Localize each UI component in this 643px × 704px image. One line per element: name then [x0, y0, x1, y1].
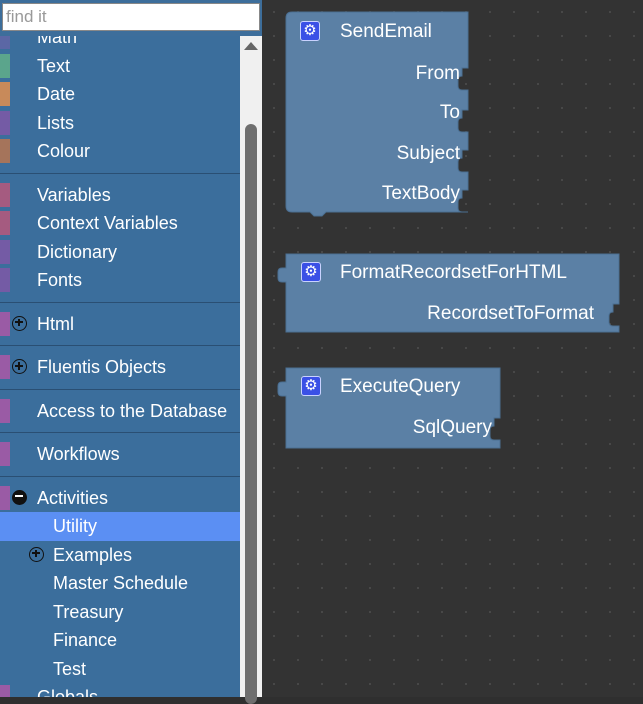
toolbox-separator — [0, 425, 240, 440]
toolbox-item-label: Access to the Database — [37, 400, 228, 421]
toolbox-item-utility[interactable]: Utility — [0, 512, 240, 541]
toolbox-separator — [0, 338, 240, 353]
toolbox-item-text[interactable]: Text — [0, 52, 240, 81]
toolbox-separator — [0, 295, 240, 310]
category-color-swatch — [0, 139, 10, 163]
category-color-swatch — [0, 485, 10, 510]
toolbox-item-label: Fonts — [37, 270, 83, 290]
expand-plus-icon[interactable] — [12, 315, 27, 331]
toolbox-item-label: Activities — [37, 487, 109, 508]
toolbox-item-label: Lists — [37, 112, 75, 133]
send-email-block[interactable]: ⚙ SendEmail From To Subject TextBody — [285, 11, 486, 218]
category-color-swatch — [0, 355, 10, 379]
toolbox-item-date[interactable]: Date — [0, 80, 240, 109]
toolbox-item-examples[interactable]: Examples — [0, 541, 240, 570]
category-color-swatch — [0, 211, 10, 235]
toolbox-item-html[interactable]: Html — [0, 310, 240, 339]
category-list: Math Text Date Lists Colour Variables Co… — [0, 36, 240, 697]
category-color-swatch — [0, 110, 10, 135]
gear-icon[interactable]: ⚙ — [301, 262, 321, 282]
block-title: ExecuteQuery — [340, 376, 461, 397]
toolbox-separator — [0, 382, 240, 397]
gear-icon[interactable]: ⚙ — [300, 21, 320, 41]
toolbox-item-label: Finance — [53, 630, 118, 650]
toolbox-separator — [0, 469, 240, 484]
category-color-swatch — [0, 82, 10, 106]
toolbox-item-label: Variables — [37, 184, 111, 205]
block-input-label: From — [415, 63, 460, 84]
toolbox-item-label: Master Schedule — [53, 573, 189, 593]
block-title: SendEmail — [340, 21, 432, 42]
toolbox-item-globals[interactable]: Globals — [0, 683, 240, 697]
toolbox-item-label: Test — [53, 658, 87, 679]
toolbox-item-label: Workflows — [37, 444, 120, 464]
toolbox-separator — [0, 166, 240, 181]
category-color-swatch — [0, 442, 10, 466]
toolbox-item-workflows[interactable]: Workflows — [0, 440, 240, 469]
toolbox-item-label: Fluentis Objects — [37, 357, 167, 377]
toolbox-item-label: Math — [37, 36, 78, 47]
toolbox-item-label: Examples — [53, 544, 133, 565]
search-bar — [0, 0, 262, 36]
block-workspace[interactable]: ⚙ SendEmail From To Subject TextBody ⚙ F… — [262, 0, 643, 697]
toolbox-item-label: Date — [37, 84, 76, 104]
toolbox-item-math[interactable]: Math — [0, 36, 240, 52]
toolbox-item-label: Html — [37, 313, 74, 334]
toolbox-scrollbar[interactable] — [240, 36, 262, 704]
category-color-swatch — [0, 268, 10, 292]
category-color-swatch — [0, 36, 10, 49]
toolbox-item-fluentis-objects[interactable]: Fluentis Objects — [0, 353, 240, 382]
toolbox-item-label: Dictionary — [37, 241, 118, 262]
format-recordset-block[interactable]: ⚙ FormatRecordsetForHTML RecordsetToForm… — [274, 253, 634, 334]
scrollbar-thumb[interactable] — [245, 124, 257, 704]
expand-plus-icon[interactable] — [12, 359, 27, 374]
category-color-swatch — [0, 53, 10, 78]
toolbox-item-fonts[interactable]: Fonts — [0, 266, 240, 295]
block-input-label: Subject — [396, 143, 460, 164]
toolbox-item-label: Context Variables — [37, 213, 178, 233]
block-input-label: SqlQuery — [412, 417, 492, 438]
toolbox-item-label: Globals — [37, 687, 99, 697]
toolbox-item-context-variables[interactable]: Context Variables — [0, 209, 240, 238]
toolbox-item-label: Treasury — [53, 601, 124, 622]
toolbox-item-label: Text — [37, 55, 71, 76]
toolbox-item-treasury[interactable]: Treasury — [0, 598, 240, 627]
scroll-up-arrow-icon[interactable] — [244, 42, 258, 50]
search-input[interactable] — [2, 3, 260, 31]
gear-icon[interactable]: ⚙ — [301, 376, 321, 396]
expand-plus-icon[interactable] — [29, 546, 44, 562]
toolbox-item-test[interactable]: Test — [0, 655, 240, 684]
collapse-minus-icon[interactable] — [12, 489, 27, 505]
toolbox-item-label: Colour — [37, 141, 91, 161]
toolbox-item-label: Utility — [53, 516, 97, 536]
category-color-swatch — [0, 182, 10, 207]
category-color-swatch — [0, 685, 10, 697]
toolbox-panel: Math Text Date Lists Colour Variables Co… — [0, 36, 240, 697]
toolbox-item-variables[interactable]: Variables — [0, 181, 240, 210]
block-input-label: RecordsetToFormat — [427, 303, 594, 324]
category-color-swatch — [0, 398, 10, 423]
block-input-label: To — [439, 102, 460, 123]
block-title: FormatRecordsetForHTML — [340, 262, 567, 283]
toolbox-item-access-database[interactable]: Access to the Database — [0, 397, 240, 426]
toolbox-item-finance[interactable]: Finance — [0, 626, 240, 655]
execute-query-block[interactable]: ⚙ ExecuteQuery SqlQuery — [274, 367, 504, 450]
category-color-swatch — [0, 239, 10, 264]
toolbox-item-master-schedule[interactable]: Master Schedule — [0, 569, 240, 598]
toolbox-item-colour[interactable]: Colour — [0, 137, 240, 166]
block-input-label: TextBody — [381, 183, 460, 204]
toolbox-item-dictionary[interactable]: Dictionary — [0, 238, 240, 267]
category-color-swatch — [0, 311, 10, 336]
toolbox-item-lists[interactable]: Lists — [0, 109, 240, 138]
toolbox-item-activities[interactable]: Activities — [0, 484, 240, 513]
